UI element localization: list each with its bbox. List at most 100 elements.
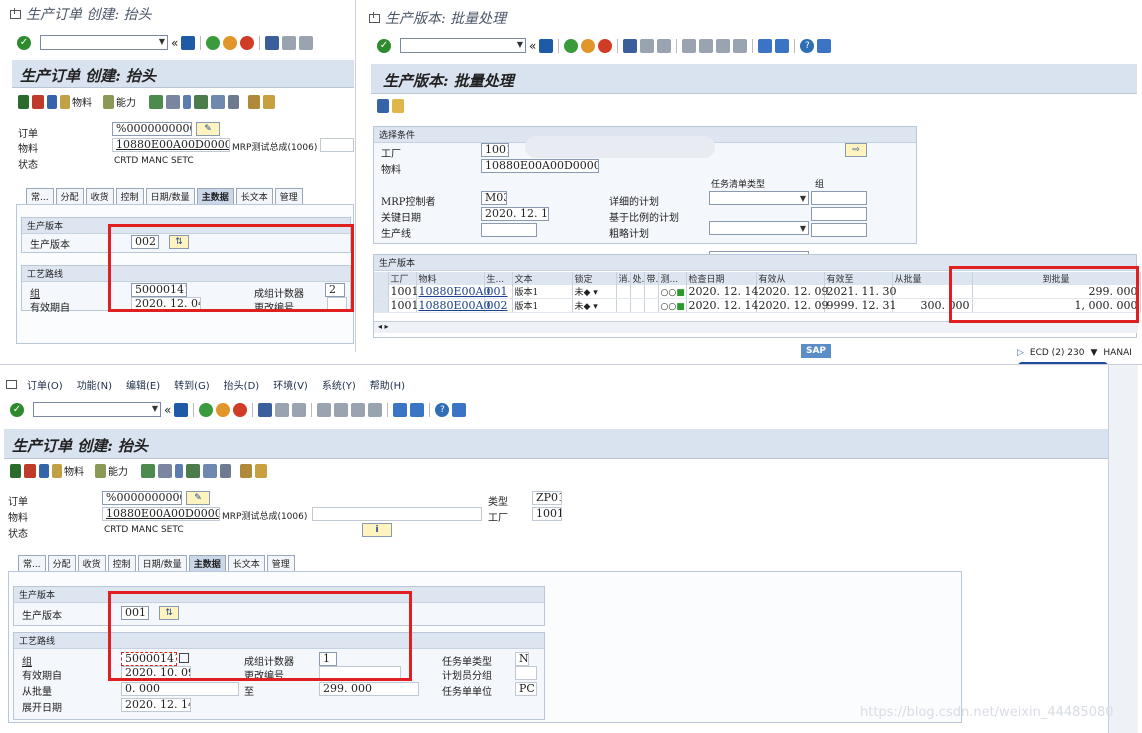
first-page-icon[interactable] xyxy=(682,38,697,53)
tab-master-data[interactable]: 主数据 xyxy=(196,188,234,204)
find-next-icon[interactable] xyxy=(292,402,307,417)
exit-icon[interactable] xyxy=(216,402,231,417)
order-field[interactable]: %00000000001 xyxy=(112,122,192,136)
dropdown-icon[interactable]: ▾ xyxy=(593,288,598,298)
tab-master-data[interactable]: 主数据 xyxy=(188,555,226,571)
menu-goto[interactable]: 转到(G) xyxy=(174,377,210,392)
tab-control[interactable]: 控制 xyxy=(115,188,144,204)
find-next-icon[interactable] xyxy=(657,38,672,53)
column-header[interactable]: 测... xyxy=(658,272,687,285)
rate-plan-dropdown[interactable] xyxy=(709,221,809,235)
tab-control[interactable]: 控制 xyxy=(107,555,136,571)
command-field[interactable] xyxy=(33,402,161,417)
new-session-icon[interactable] xyxy=(758,38,773,53)
column-header[interactable]: 带. xyxy=(644,272,659,285)
help-icon[interactable]: ? xyxy=(800,38,815,53)
edit-order-button[interactable]: ✎ xyxy=(196,122,220,136)
row-selector[interactable] xyxy=(374,298,389,313)
sequences-icon[interactable] xyxy=(175,463,183,478)
next-page-icon[interactable] xyxy=(351,402,366,417)
exit-icon[interactable] xyxy=(581,38,596,53)
documents-icon[interactable] xyxy=(203,463,217,478)
help-icon[interactable]: ? xyxy=(435,402,450,417)
tab-assignment[interactable]: 分配 xyxy=(47,555,76,571)
tab-goods-receipt[interactable]: 收货 xyxy=(77,555,106,571)
tree-icon[interactable] xyxy=(263,94,275,109)
material-field[interactable]: 10880E00A00D000000 xyxy=(112,138,230,152)
operations-icon[interactable] xyxy=(141,463,155,478)
components-icon[interactable] xyxy=(158,463,172,478)
column-header[interactable]: 工厂 xyxy=(388,272,417,285)
back-arrows-icon[interactable]: « xyxy=(164,403,171,417)
status-info-button[interactable]: i xyxy=(362,523,392,537)
menu-system[interactable]: 系统(Y) xyxy=(322,377,356,392)
last-page-icon[interactable] xyxy=(368,402,383,417)
rough-plan-group-field[interactable] xyxy=(811,223,867,237)
order-field[interactable]: %00000000001 xyxy=(102,491,182,505)
column-header[interactable]: 有效至 xyxy=(824,272,893,285)
enter-icon[interactable]: ✓ xyxy=(377,38,391,53)
prt-icon[interactable] xyxy=(194,94,208,109)
info-icon[interactable] xyxy=(24,463,36,478)
material-field[interactable]: 10880E00A00D000000 xyxy=(481,159,599,173)
capacity-button[interactable]: 能力 xyxy=(95,463,128,478)
detail-plan-group-field[interactable] xyxy=(811,191,867,205)
cancel-icon[interactable] xyxy=(233,402,248,417)
tab-administration[interactable]: 管理 xyxy=(266,555,295,571)
column-header[interactable]: 处. xyxy=(630,272,645,285)
tab-assignment[interactable]: 分配 xyxy=(55,188,84,204)
structure-icon[interactable] xyxy=(248,94,260,109)
shortcut-icon[interactable] xyxy=(775,38,790,53)
first-page-icon[interactable] xyxy=(317,402,332,417)
table-icon[interactable] xyxy=(228,94,239,109)
lock-cell[interactable]: 未◆ ▾ xyxy=(572,298,617,313)
find-icon[interactable] xyxy=(282,35,297,50)
plant-field[interactable]: 1001 xyxy=(481,143,509,157)
dropdown-icon[interactable]: ▾ xyxy=(593,302,598,312)
info-icon[interactable] xyxy=(32,94,44,109)
tab-general[interactable]: 常... xyxy=(26,188,54,204)
mrp-field[interactable]: M03 xyxy=(481,191,507,205)
list-icon[interactable] xyxy=(39,463,49,478)
components-icon[interactable] xyxy=(166,94,180,109)
rate-plan-group-field[interactable] xyxy=(811,207,867,221)
column-header[interactable]: 文本 xyxy=(512,272,573,285)
vertical-scrollbar[interactable] xyxy=(1108,365,1138,733)
new-session-icon[interactable] xyxy=(393,402,408,417)
find-next-icon[interactable] xyxy=(299,35,314,50)
prev-page-icon[interactable] xyxy=(334,402,349,417)
column-header[interactable]: 锁定 xyxy=(572,272,617,285)
back-arrows-icon[interactable]: « xyxy=(529,39,536,53)
menu-edit[interactable]: 编辑(E) xyxy=(126,377,160,392)
menu-environment[interactable]: 环境(V) xyxy=(273,377,308,392)
column-header[interactable]: 物料 xyxy=(416,272,485,285)
back-icon[interactable] xyxy=(564,38,579,53)
back-icon[interactable] xyxy=(199,402,214,417)
column-header[interactable]: 检查日期 xyxy=(686,272,757,285)
last-page-icon[interactable] xyxy=(733,38,748,53)
tab-long-text[interactable]: 长文本 xyxy=(227,555,265,571)
material-cell[interactable]: 10880E00A0 xyxy=(416,285,490,299)
tab-long-text[interactable]: 长文本 xyxy=(235,188,273,204)
enter-icon[interactable]: ✓ xyxy=(17,35,31,50)
multiple-selection-button[interactable]: ⇨ xyxy=(845,143,867,157)
tab-dates-qty[interactable]: 日期/数量 xyxy=(145,188,195,204)
capacity-button[interactable]: 能力 xyxy=(103,94,136,109)
version-cell[interactable]: 002 xyxy=(484,298,513,313)
dropdown-icon[interactable]: ▼ xyxy=(1090,348,1097,358)
menu-function[interactable]: 功能(N) xyxy=(77,377,112,392)
prev-page-icon[interactable] xyxy=(699,38,714,53)
flag-icon[interactable] xyxy=(18,94,29,109)
detail-plan-dropdown[interactable] xyxy=(709,191,809,205)
back-icon[interactable] xyxy=(206,35,221,50)
production-line-field[interactable] xyxy=(481,223,537,237)
play-icon[interactable]: ▷ xyxy=(1017,348,1024,358)
back-arrows-icon[interactable]: « xyxy=(171,36,178,50)
material-button[interactable]: 物料 xyxy=(60,94,92,109)
tab-general[interactable]: 常... xyxy=(18,555,46,571)
print-icon[interactable] xyxy=(258,402,273,417)
enter-icon[interactable]: ✓ xyxy=(10,402,24,417)
structure-icon[interactable] xyxy=(240,463,252,478)
save-icon[interactable] xyxy=(181,35,196,50)
row-selector[interactable] xyxy=(374,285,389,299)
